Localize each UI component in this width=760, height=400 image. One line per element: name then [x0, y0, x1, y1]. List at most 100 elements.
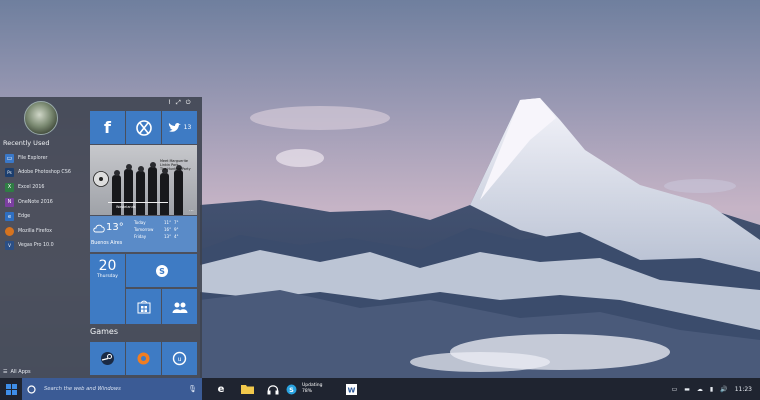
- taskbar-skype-button[interactable]: S Updating 78%: [286, 378, 338, 400]
- svg-text:u: u: [178, 356, 182, 363]
- music-bottom-caption: Wastelands: [116, 205, 136, 209]
- music-progress-bar[interactable]: [108, 202, 168, 203]
- forecast-row: Tomorrow 16° 9°: [134, 226, 179, 233]
- all-apps-label: All Apps: [10, 369, 31, 375]
- app-item-onenote[interactable]: N OneNote 2016: [5, 195, 87, 210]
- app-item-excel[interactable]: X Excel 2016: [5, 180, 87, 195]
- app-item-edge[interactable]: e Edge: [5, 209, 87, 224]
- calendar-day: 20: [98, 258, 117, 274]
- windows-logo-icon: [5, 383, 17, 395]
- edge-icon: e: [217, 383, 225, 395]
- app-item-firefox[interactable]: Mozilla Firefox: [5, 224, 87, 239]
- origin-icon: [137, 352, 150, 365]
- forecast-hi: 13°: [164, 234, 172, 239]
- forecast-day: Today: [134, 220, 146, 225]
- taskbar-explorer-button[interactable]: [234, 378, 260, 400]
- taskbar-edge-button[interactable]: e: [208, 378, 234, 400]
- games-heading: Games: [90, 327, 118, 336]
- calendar-tile[interactable]: 20 Thursday: [90, 254, 125, 324]
- music-album: The Hunting Party: [160, 167, 191, 171]
- action-center-icon[interactable]: ▭: [672, 386, 678, 393]
- vegas-icon: V: [5, 241, 14, 251]
- uplay-tile[interactable]: u: [162, 342, 197, 375]
- facebook-tile[interactable]: f: [90, 111, 125, 144]
- music-tile[interactable]: Meet Marguerite Linkin Park The Hunting …: [90, 145, 197, 215]
- twitter-tile[interactable]: 13: [162, 111, 197, 144]
- volume-icon[interactable]: 🔊: [720, 386, 727, 393]
- app-item-file-explorer[interactable]: ▭ File Explorer: [5, 151, 87, 166]
- forecast-lo: 4°: [174, 234, 179, 239]
- steam-tile[interactable]: [90, 342, 125, 375]
- forecast-day: Tomorrow: [134, 227, 154, 232]
- expand-icon[interactable]: ⤢: [176, 99, 181, 107]
- band-member: [136, 166, 145, 215]
- band-member: [148, 162, 157, 215]
- taskbar-word-button[interactable]: W: [338, 378, 364, 400]
- app-label: OneNote 2016: [18, 199, 53, 205]
- steam-icon: [101, 352, 114, 365]
- system-tray: ▭ ▬ ☁ ▮ 🔊 11:23: [672, 386, 760, 393]
- windows-store-icon: [137, 300, 150, 313]
- excel-icon: X: [5, 182, 14, 192]
- photoshop-icon: Ps: [5, 168, 14, 178]
- forecast-hi: 16°: [164, 227, 172, 232]
- forecast-hi: 11°: [164, 220, 172, 225]
- app-label: File Explorer: [18, 155, 48, 161]
- uplay-icon: u: [172, 351, 187, 366]
- twitter-count: 13: [183, 124, 192, 131]
- power-icon[interactable]: ⏻: [186, 99, 191, 107]
- weather-temperature: 13°: [106, 222, 124, 233]
- taskbar: Search the web and Windows 🎙 e S Updatin…: [0, 378, 760, 400]
- calendar-weekday: Thursday: [97, 274, 118, 279]
- xbox-tile[interactable]: [126, 111, 161, 144]
- network-icon[interactable]: ▮: [710, 386, 713, 393]
- word-icon: W: [345, 383, 357, 395]
- recently-used-heading: Recently Used: [3, 139, 50, 147]
- more-icon[interactable]: ⋯: [189, 208, 194, 214]
- clock[interactable]: 11:23: [735, 386, 752, 393]
- band-member: [160, 168, 169, 215]
- battery-icon[interactable]: ▬: [684, 386, 690, 393]
- start-menu-controls: ⌇ ⤢ ⏻: [168, 99, 191, 107]
- people-tile[interactable]: [162, 289, 197, 324]
- skype-tile[interactable]: S: [126, 254, 197, 287]
- start-button[interactable]: [0, 378, 22, 400]
- weather-tile[interactable]: 13° Today 11° 7° Tomorrow 16° 9° Friday 13° 4°…: [90, 216, 197, 252]
- app-label: Edge: [18, 214, 31, 220]
- cloud-icon[interactable]: ☁: [697, 386, 703, 393]
- svg-text:S: S: [159, 267, 165, 276]
- facebook-icon: f: [104, 118, 111, 137]
- taskbar-music-button[interactable]: [260, 378, 286, 400]
- app-item-photoshop[interactable]: Ps Adobe Photoshop CS6: [5, 166, 87, 181]
- app-label: Vegas Pro 10.0: [18, 243, 54, 249]
- firefox-icon: [5, 226, 14, 236]
- cloud-sun-icon: [93, 224, 105, 233]
- forecast-lo: 9°: [174, 227, 179, 232]
- band-member: [174, 165, 183, 215]
- app-label: Mozilla Firefox: [18, 228, 52, 234]
- cortana-icon: [27, 384, 36, 394]
- weather-city: Buenos Aires: [91, 241, 123, 246]
- all-apps-button[interactable]: ☰ All Apps: [3, 369, 31, 375]
- origin-tile[interactable]: [126, 342, 161, 375]
- onenote-icon: N: [5, 197, 14, 207]
- xbox-icon: [135, 119, 152, 136]
- skype-icon: S: [155, 264, 168, 277]
- folder-icon: ▭: [5, 153, 14, 163]
- store-tile[interactable]: [126, 289, 161, 324]
- forecast-day: Friday: [134, 234, 147, 239]
- headphones-icon: [267, 384, 279, 394]
- app-label: Excel 2016: [18, 184, 45, 190]
- search-input[interactable]: Search the web and Windows 🎙: [22, 378, 202, 400]
- svg-text:S: S: [289, 386, 294, 394]
- user-avatar[interactable]: [24, 101, 58, 135]
- start-menu: ⌇ ⤢ ⏻ Recently Used ▭ File Explorer Ps A…: [0, 97, 202, 378]
- svg-text:W: W: [347, 386, 355, 394]
- app-item-vegas[interactable]: V Vegas Pro 10.0: [5, 239, 87, 254]
- forecast-row: Friday 13° 4°: [134, 233, 179, 240]
- edge-icon: e: [5, 212, 14, 222]
- desktop: ⌇ ⤢ ⏻ Recently Used ▭ File Explorer Ps A…: [0, 0, 760, 400]
- activity-icon[interactable]: ⌇: [168, 99, 171, 107]
- folder-icon: [240, 385, 254, 394]
- microphone-icon[interactable]: 🎙: [188, 385, 197, 393]
